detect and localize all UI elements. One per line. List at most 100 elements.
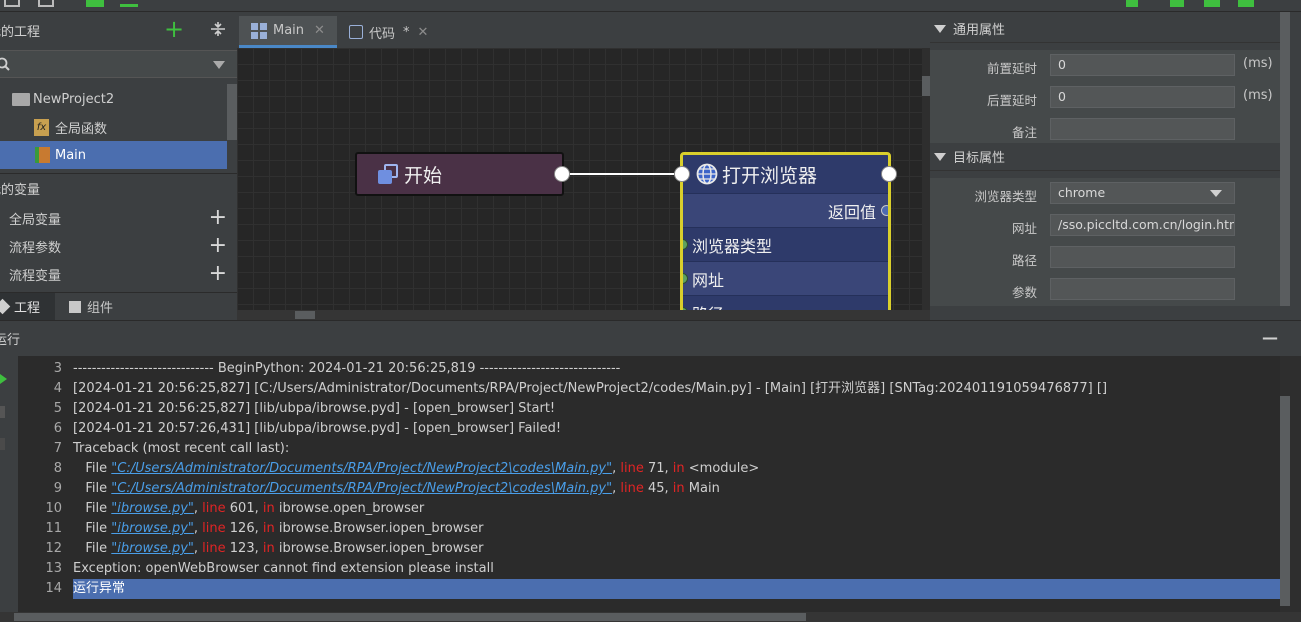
stop-icon[interactable] [0, 406, 5, 418]
browser-output-port[interactable] [881, 166, 897, 182]
open-browser-node[interactable]: 打开浏览器 返回值 浏览器类型 网址 路径 [680, 152, 891, 310]
minimize-icon[interactable]: — [1262, 328, 1278, 347]
note-input[interactable] [1050, 118, 1235, 140]
file-link[interactable]: "ibrowse.py" [111, 501, 194, 516]
tab-components[interactable]: 组件 [69, 297, 113, 316]
function-icon: fx [34, 118, 49, 136]
left-bottom-tabs: 工程 组件 [0, 292, 237, 321]
file-link[interactable]: "C:/Users/Administrator/Documents/RPA/Pr… [111, 461, 612, 476]
globe-icon [696, 163, 718, 185]
collapse-icon[interactable] [210, 21, 226, 37]
search-dropdown-icon[interactable] [213, 61, 225, 69]
dropdown-arrow-icon [1210, 190, 1222, 197]
flow-icon [35, 147, 50, 163]
console-text: <module> [684, 461, 760, 476]
flow-grid-icon [251, 22, 267, 39]
input-port-path[interactable]: 路径 [683, 295, 888, 310]
console-text: File [73, 521, 112, 536]
step-icon[interactable] [1204, 0, 1220, 7]
step-into-icon[interactable] [1238, 0, 1254, 7]
tree-item-label: NewProject2 [33, 91, 115, 107]
tree-item-main[interactable]: Main [0, 141, 227, 169]
project-header-label: 我的工程 [0, 24, 41, 40]
variable-row-flow-params[interactable]: 流程参数 + [0, 232, 237, 260]
tree-item-label: Main [55, 147, 87, 163]
keyword-line: line [620, 481, 644, 496]
run-icon[interactable] [1126, 0, 1138, 7]
canvas-vscroll[interactable] [922, 48, 930, 310]
return-value-port[interactable]: 返回值 [683, 193, 888, 227]
input-port-browser-type[interactable]: 浏览器类型 [683, 227, 888, 261]
input-dot[interactable] [683, 273, 688, 284]
console-line: Traceback (most recent call last): [73, 441, 290, 456]
file-link[interactable]: "ibrowse.py" [111, 521, 194, 536]
console-text: 123, [225, 541, 263, 556]
close-icon[interactable]: ✕ [314, 23, 325, 38]
close-icon[interactable]: ✕ [418, 25, 429, 40]
return-value-label: 返回值 [827, 202, 876, 222]
line-number: 8 [53, 461, 62, 476]
url-input[interactable]: /sso.piccltd.com.cn/login.html' [1050, 214, 1235, 236]
post-delay-input[interactable]: 0 [1050, 86, 1235, 108]
prop-unit: (ms) [1243, 88, 1273, 103]
variable-row-global[interactable]: 全局变量 + [0, 204, 237, 232]
layers-icon[interactable] [120, 0, 138, 7]
add-icon[interactable]: + [164, 15, 184, 43]
pre-delay-input[interactable]: 0 [1050, 54, 1235, 76]
console-text: ibrowse.open_browser [274, 501, 425, 516]
line-number: 3 [53, 361, 62, 376]
add-global-variable-icon[interactable]: + [209, 207, 227, 229]
console-line: File "C:/Users/Administrator/Documents/R… [73, 479, 1280, 499]
tab-code[interactable]: 代码 * ✕ [337, 16, 437, 48]
project-search[interactable] [0, 50, 237, 78]
canvas-hscroll[interactable] [237, 310, 930, 320]
file-link[interactable]: "C:/Users/Administrator/Documents/RPA/Pr… [111, 481, 612, 496]
add-flow-variable-icon[interactable]: + [209, 263, 227, 285]
line-number: 13 [45, 561, 62, 576]
path-input[interactable] [1050, 246, 1235, 268]
save-icon[interactable] [4, 0, 20, 7]
tab-project[interactable]: 工程 [0, 292, 55, 321]
start-node[interactable]: 开始 [355, 152, 564, 196]
console-line: [2024-01-21 20:56:25,827] [C:/Users/Admi… [73, 381, 1108, 396]
prop-label: 参数 [1011, 285, 1037, 300]
add-flow-param-icon[interactable]: + [209, 235, 227, 257]
tree-item-global-functions[interactable]: fx 全局函数 [0, 113, 227, 141]
folder-icon [12, 92, 30, 106]
keyword-line: line [202, 521, 226, 536]
chevron-down-icon [934, 24, 946, 33]
properties-scrollbar[interactable] [1280, 12, 1301, 320]
clear-icon[interactable] [0, 438, 5, 450]
console-text: Main [684, 481, 720, 496]
flow-canvas[interactable]: 开始 打开浏览器 返回值 浏览器类型 网址 路径 [237, 48, 923, 310]
output-hscroll[interactable] [0, 612, 1301, 622]
console-line: [2024-01-21 20:56:25,827] [lib/ubpa/ibro… [73, 401, 556, 416]
output-vscroll[interactable] [1280, 356, 1301, 612]
console-text: ibrowse.Browser.iopen_browser [274, 541, 484, 556]
variable-row-flow-vars[interactable]: 流程变量 + [0, 260, 237, 288]
target-properties-header[interactable]: 目标属性 [930, 143, 1280, 171]
import-icon[interactable] [38, 0, 54, 7]
return-value-dot[interactable] [881, 205, 888, 216]
params-input[interactable] [1050, 278, 1235, 300]
debug-icon[interactable] [1170, 0, 1184, 7]
input-dot[interactable] [683, 239, 688, 250]
tab-main[interactable]: Main ✕ [239, 16, 337, 48]
general-properties-header[interactable]: 通用属性 [930, 15, 1280, 43]
run-output-title: 运行 [0, 333, 21, 348]
console-text: File [73, 461, 112, 476]
components-icon[interactable] [86, 0, 104, 7]
start-output-port[interactable] [554, 166, 570, 182]
browser-type-select[interactable]: chrome [1050, 182, 1235, 204]
file-link[interactable]: "ibrowse.py" [111, 541, 194, 556]
run-output-console[interactable]: 3 ------------------------------ BeginPyt… [18, 356, 1280, 612]
tree-scrollbar[interactable] [227, 84, 237, 140]
prop-unit: (ms) [1243, 56, 1273, 71]
input-port-url[interactable]: 网址 [683, 261, 888, 295]
line-number: 12 [45, 541, 62, 556]
run-icon[interactable] [0, 374, 7, 384]
console-line: File "C:/Users/Administrator/Documents/R… [73, 459, 1280, 479]
browser-input-port[interactable] [674, 166, 690, 182]
tree-item-project[interactable]: NewProject2 [0, 85, 227, 113]
console-line: File "ibrowse.py", line 123, in ibrowse.… [73, 539, 1280, 559]
